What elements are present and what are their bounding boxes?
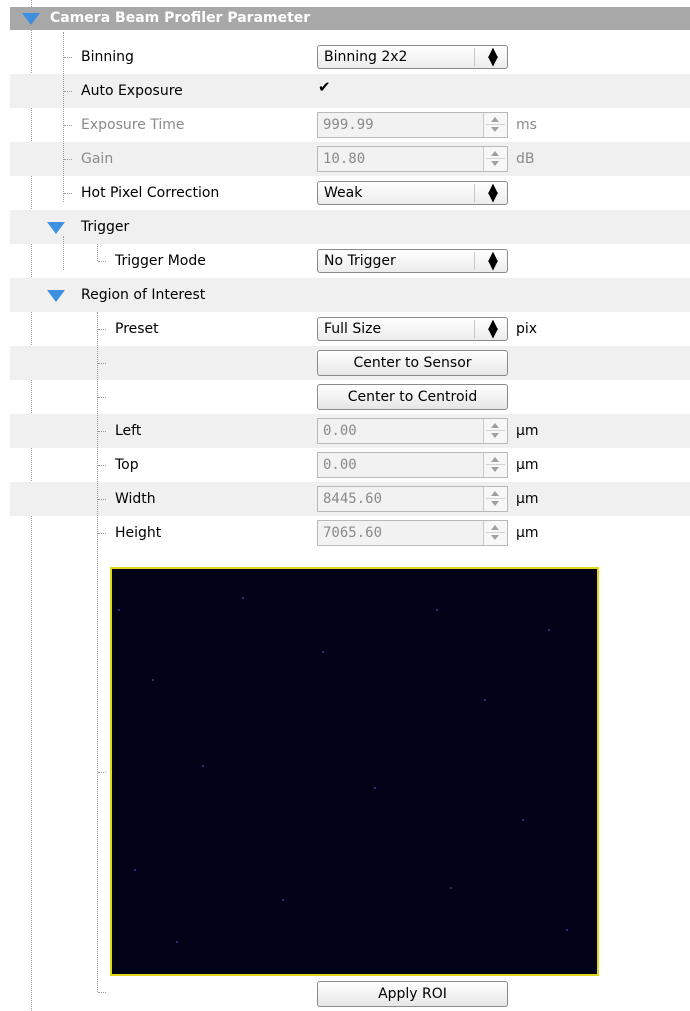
tree-branch bbox=[98, 533, 106, 534]
roi-preview-canvas[interactable] bbox=[110, 567, 599, 976]
gain-value: 10.80 bbox=[323, 151, 366, 167]
triangle-down-icon[interactable] bbox=[47, 222, 65, 234]
top-value: 0.00 bbox=[323, 457, 357, 473]
updown-arrows-icon: ▲ ▼ bbox=[488, 181, 498, 205]
top-label: Top bbox=[115, 457, 139, 473]
tree-branch bbox=[98, 431, 106, 432]
exposure-time-unit: ms bbox=[516, 117, 537, 133]
gain-unit: dB bbox=[516, 151, 535, 167]
roi-section-label: Region of Interest bbox=[81, 287, 206, 303]
tree-branch bbox=[98, 397, 106, 398]
preset-value: Full Size bbox=[324, 321, 382, 337]
hot-pixel-label: Hot Pixel Correction bbox=[81, 185, 220, 201]
tree-line bbox=[63, 236, 64, 270]
tree-branch bbox=[98, 992, 106, 993]
binning-label: Binning bbox=[81, 49, 134, 65]
auto-exposure-label: Auto Exposure bbox=[81, 83, 183, 99]
center-to-sensor-button[interactable]: Center to Sensor bbox=[317, 350, 508, 376]
height-label: Height bbox=[115, 525, 162, 541]
updown-arrows-icon: ▲ ▼ bbox=[488, 249, 498, 273]
spin-arrows-icon[interactable] bbox=[483, 147, 507, 171]
top-spinbox[interactable]: 0.00 bbox=[317, 452, 508, 478]
width-unit: µm bbox=[516, 491, 539, 507]
tree-line bbox=[97, 312, 98, 992]
section-header[interactable]: Camera Beam Profiler Parameter bbox=[10, 7, 690, 30]
section-title: Camera Beam Profiler Parameter bbox=[50, 10, 311, 26]
tree-line bbox=[97, 244, 98, 261]
height-value: 7065.60 bbox=[323, 525, 383, 541]
exposure-time-value: 999.99 bbox=[323, 117, 374, 133]
left-unit: µm bbox=[516, 423, 539, 439]
height-spinbox[interactable]: 7065.60 bbox=[317, 520, 508, 546]
tree-branch bbox=[98, 363, 106, 364]
left-value: 0.00 bbox=[323, 423, 357, 439]
height-unit: µm bbox=[516, 525, 539, 541]
preset-unit: pix bbox=[516, 321, 538, 337]
auto-exposure-checkbox[interactable]: ✔ bbox=[318, 80, 332, 95]
tree-branch bbox=[98, 465, 106, 466]
width-value: 8445.60 bbox=[323, 491, 383, 507]
exposure-time-label: Exposure Time bbox=[81, 117, 185, 133]
trigger-section-label: Trigger bbox=[81, 219, 130, 235]
gain-spinbox[interactable]: 10.80 bbox=[317, 146, 508, 172]
hot-pixel-value: Weak bbox=[324, 185, 363, 201]
preset-combo[interactable]: Full Size ▲ ▼ bbox=[317, 317, 508, 341]
preset-label: Preset bbox=[115, 321, 159, 337]
center-to-centroid-button[interactable]: Center to Centroid bbox=[317, 384, 508, 410]
spin-arrows-icon[interactable] bbox=[483, 487, 507, 511]
hot-pixel-combo[interactable]: Weak ▲ ▼ bbox=[317, 181, 508, 205]
tree-branch bbox=[64, 125, 72, 126]
tree-branch bbox=[64, 159, 72, 160]
trigger-mode-label: Trigger Mode bbox=[115, 253, 206, 269]
left-label: Left bbox=[115, 423, 142, 439]
spin-arrows-icon[interactable] bbox=[483, 113, 507, 137]
width-label: Width bbox=[115, 491, 156, 507]
gain-label: Gain bbox=[81, 151, 114, 167]
updown-arrows-icon: ▲ ▼ bbox=[488, 317, 498, 341]
spin-arrows-icon[interactable] bbox=[483, 419, 507, 443]
tree-branch bbox=[64, 57, 72, 58]
binning-combo[interactable]: Binning 2x2 ▲ ▼ bbox=[317, 45, 508, 69]
width-spinbox[interactable]: 8445.60 bbox=[317, 486, 508, 512]
trigger-mode-combo[interactable]: No Trigger ▲ ▼ bbox=[317, 249, 508, 273]
spin-arrows-icon[interactable] bbox=[483, 521, 507, 545]
triangle-down-icon[interactable] bbox=[22, 13, 40, 25]
binning-value: Binning 2x2 bbox=[324, 49, 408, 65]
tree-branch bbox=[98, 772, 106, 773]
updown-arrows-icon: ▲ ▼ bbox=[488, 45, 498, 69]
trigger-mode-value: No Trigger bbox=[324, 253, 396, 269]
exposure-time-spinbox[interactable]: 999.99 bbox=[317, 112, 508, 138]
triangle-down-icon[interactable] bbox=[47, 290, 65, 302]
tree-branch bbox=[64, 193, 72, 194]
top-unit: µm bbox=[516, 457, 539, 473]
tree-branch bbox=[64, 91, 72, 92]
tree-branch bbox=[98, 329, 106, 330]
left-spinbox[interactable]: 0.00 bbox=[317, 418, 508, 444]
apply-roi-button[interactable]: Apply ROI bbox=[317, 981, 508, 1007]
spin-arrows-icon[interactable] bbox=[483, 453, 507, 477]
tree-branch bbox=[98, 261, 106, 262]
tree-branch bbox=[98, 499, 106, 500]
